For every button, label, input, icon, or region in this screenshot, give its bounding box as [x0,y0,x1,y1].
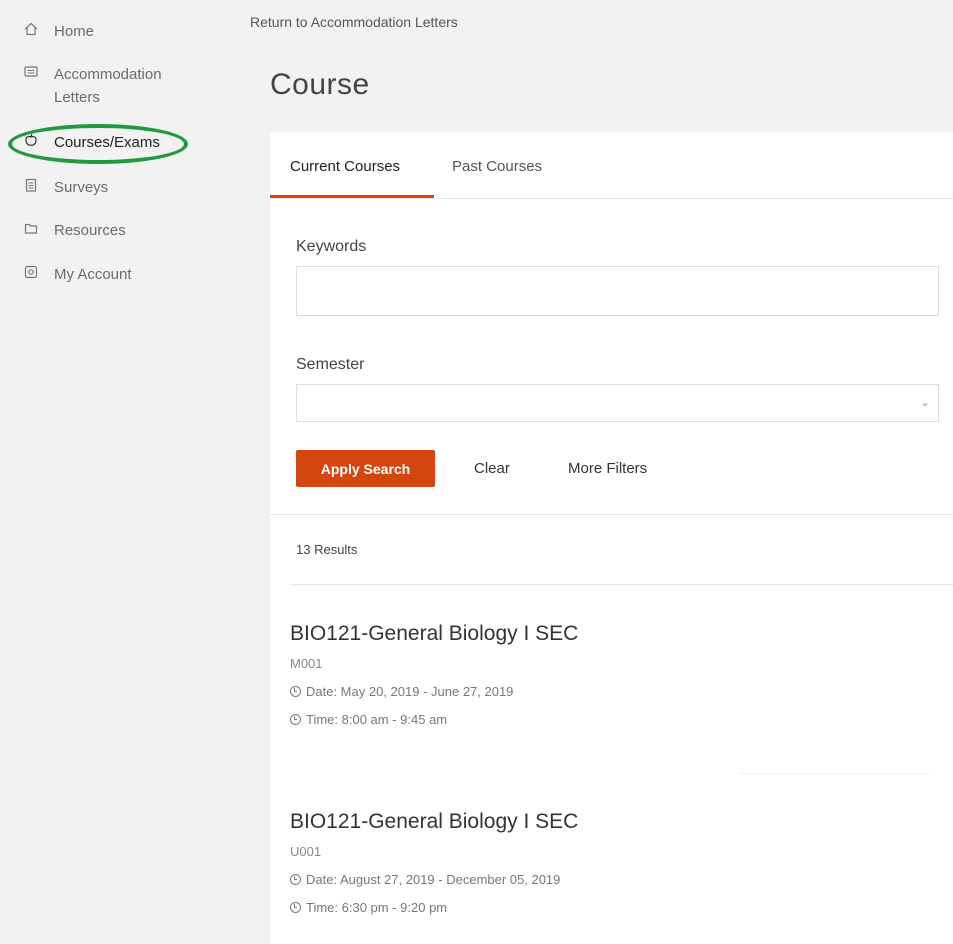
semester-select[interactable]: ⌄ [296,384,939,422]
divider [290,584,953,585]
results-count: 13 Results [296,542,358,557]
highlight-annotation [8,124,188,164]
account-icon [24,265,38,279]
sidebar-item-my-account[interactable]: My Account [24,263,132,286]
sidebar-item-label: My Account [54,266,132,283]
sidebar-item-label: Resources [54,222,126,239]
course-time-text: Time: 8:00 am - 9:45 am [306,712,448,727]
sidebar-item-accommodation-letters[interactable]: Accommodation Letters [24,63,162,109]
course-section: M001 [290,656,323,671]
sidebar-item-label: Home [54,23,95,40]
course-card: Current Courses Past Courses Keywords Se… [270,132,953,944]
list-item[interactable]: BIO121-General Biology I SEC U001 Date: … [290,810,930,915]
course-section: U001 [290,844,322,859]
resources-icon [24,221,38,235]
divider [740,773,930,774]
page-title: Course [270,68,370,101]
course-time-text: Time: 6:30 pm - 9:20 pm [306,900,448,915]
clock-icon [290,686,301,697]
tab-current-courses[interactable]: Current Courses [290,158,400,175]
clock-icon [290,874,301,885]
course-date: Date: May 20, 2019 - June 27, 2019 [290,684,930,699]
chevron-down-icon: ⌄ [919,395,930,409]
sidebar-item-resources[interactable]: Resources [24,219,126,242]
tab-bar: Current Courses Past Courses [270,132,953,199]
back-link[interactable]: Return to Accommodation Letters [250,14,458,30]
active-tab-indicator [270,195,434,198]
clock-icon [290,714,301,725]
divider [270,514,953,515]
course-title[interactable]: BIO121-General Biology I SEC [290,622,930,646]
sidebar-item-label: Surveys [54,179,109,196]
sidebar-item-surveys[interactable]: Surveys [24,176,108,199]
keywords-input[interactable] [296,266,939,316]
clear-button[interactable]: Clear [474,460,510,477]
course-title[interactable]: BIO121-General Biology I SEC [290,810,930,834]
keywords-label: Keywords [296,238,367,255]
course-date: Date: August 27, 2019 - December 05, 201… [290,872,930,887]
survey-icon [24,178,38,192]
semester-label: Semester [296,356,365,373]
sidebar: Home Accommodation Letters Courses/Exams… [0,0,250,944]
apply-search-button[interactable]: Apply Search [296,450,435,487]
sidebar-item-home[interactable]: Home [24,20,94,43]
letters-icon [24,65,38,79]
more-filters-button[interactable]: More Filters [568,460,647,477]
course-date-text: Date: August 27, 2019 - December 05, 201… [306,872,561,887]
home-icon [24,22,38,36]
course-time: Time: 8:00 am - 9:45 am [290,712,930,727]
course-time: Time: 6:30 pm - 9:20 pm [290,900,930,915]
sidebar-item-label: Accommodation Letters [54,66,162,106]
tab-past-courses[interactable]: Past Courses [452,158,542,175]
list-item[interactable]: BIO121-General Biology I SEC M001 Date: … [290,622,930,727]
course-date-text: Date: May 20, 2019 - June 27, 2019 [306,684,514,699]
clock-icon [290,902,301,913]
